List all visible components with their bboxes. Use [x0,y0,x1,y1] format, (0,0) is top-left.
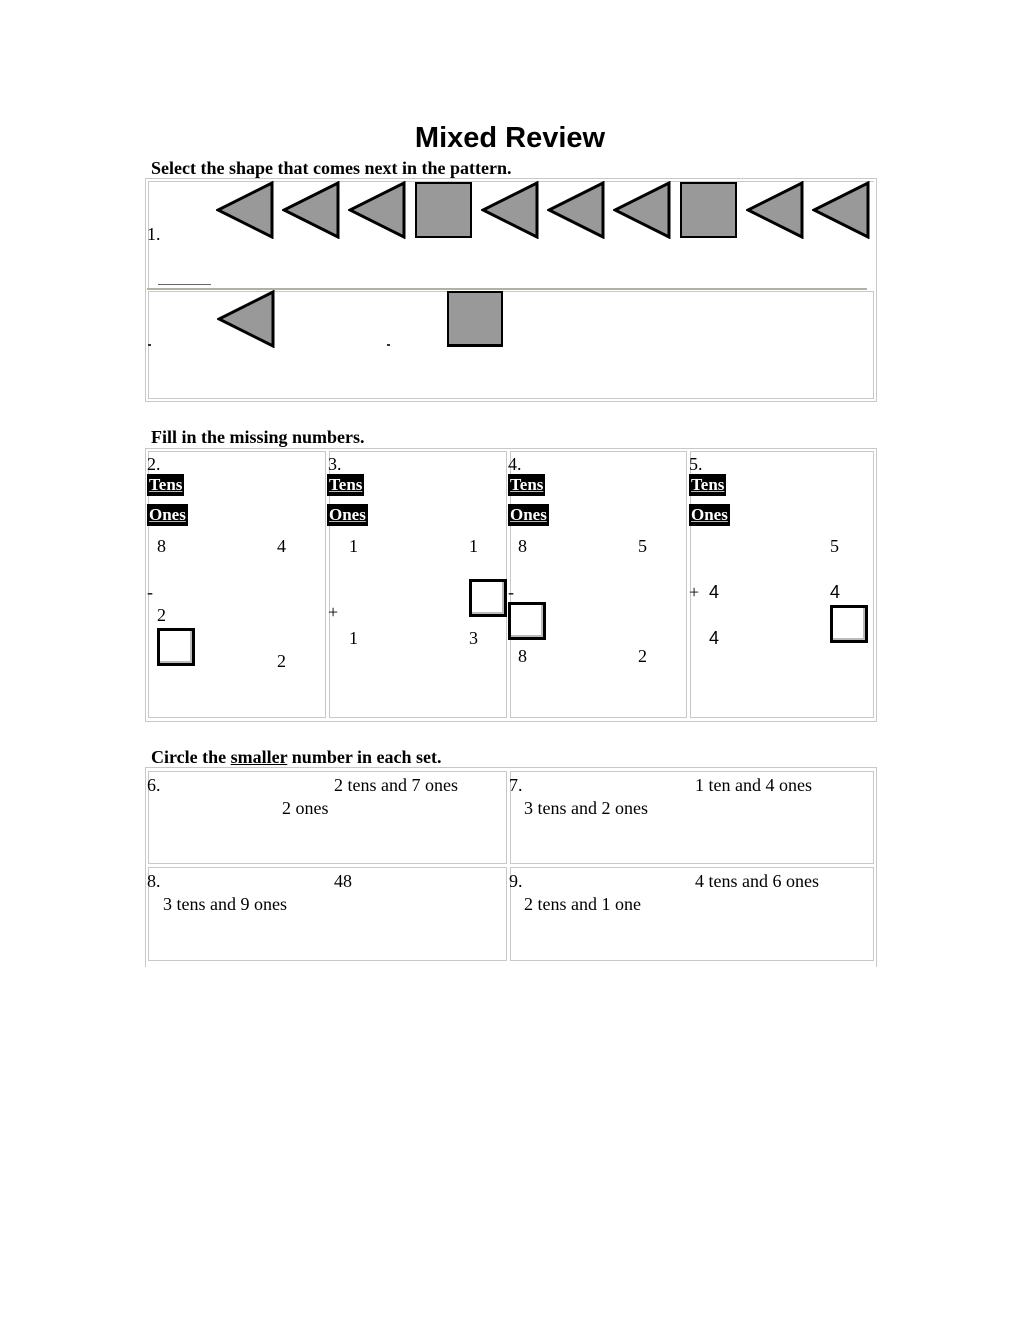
top-tens: 1 [349,536,358,556]
tens-label: Tens [689,474,727,496]
answer-input-box[interactable] [157,628,195,666]
compare-second-value[interactable]: 3 tens and 9 ones [163,894,287,914]
problem-number-9: 9. [509,871,523,891]
top-ones: 1 [469,536,478,556]
operator: + [328,602,339,622]
operator: + [689,582,700,602]
operator: - [508,582,514,602]
triangle-left-icon [282,181,340,239]
top-ones: 5 [638,536,647,556]
ones-label: Ones [508,504,549,526]
triangle-left-icon [216,181,274,239]
choice-radio-1[interactable] [148,344,151,346]
pattern-instruction: Select the shape that comes next in the … [151,158,512,178]
compare-second-value[interactable]: 3 tens and 2 ones [524,798,648,818]
problem-number-8: 8. [147,871,161,891]
top-ones: 4 [277,536,286,556]
ones-label: Ones [327,504,368,526]
problem-number-4: 4. [508,454,522,474]
top-ones: 5 [830,536,839,556]
problem-number-3: 3. [328,454,342,474]
triangle-left-icon [746,181,804,239]
triangle-left-icon [547,181,605,239]
answer-blank[interactable] [158,284,211,285]
problem-number-1: 1. [147,224,161,244]
triangle-left-icon [348,181,406,239]
compare-first-value[interactable]: 48 [334,871,352,891]
top-tens: 8 [157,536,166,556]
compare-cell-9 [510,867,874,961]
instruction-suffix: number in each set. [287,747,442,767]
second-ones: 4 [830,582,841,602]
answer-input-box[interactable] [830,605,868,643]
compare-first-value[interactable]: 1 ten and 4 ones [695,775,812,795]
page-title: Mixed Review [414,122,606,154]
ones-label: Ones [689,504,730,526]
tens-label: Tens [508,474,546,496]
compare-second-value[interactable]: 2 ones [282,798,329,818]
second-tens: 2 [157,605,166,625]
answer-input-box[interactable] [508,602,546,640]
square-icon [680,182,737,238]
ones-label: Ones [147,504,188,526]
tens-label: Tens [147,474,185,496]
triangle-left-icon [812,181,870,239]
instruction-prefix: Circle the [151,747,231,767]
problem-number-5: 5. [689,454,703,474]
triangle-left-icon [481,181,539,239]
answer-input-box[interactable] [469,579,507,617]
tens-label: Tens [327,474,365,496]
compare-first-value[interactable]: 4 tens and 6 ones [695,871,819,891]
compare-cell-8 [148,867,507,961]
result-tens: 4 [709,628,720,648]
choice-triangle-left-icon[interactable] [217,290,275,348]
result-ones: 2 [277,651,286,671]
compare-first-value[interactable]: 2 tens and 7 ones [334,775,458,795]
compare-instruction: Circle the smaller number in each set. [151,746,441,768]
square-icon [415,182,472,238]
instruction-emphasis: smaller [230,747,288,767]
result-tens: 8 [518,646,527,666]
result-tens: 1 [349,628,358,648]
operator: - [147,582,153,602]
choice-radio-2[interactable] [387,344,390,346]
missing-numbers-instruction: Fill in the missing numbers. [151,427,365,447]
problem-number-2: 2. [147,454,161,474]
compare-second-value[interactable]: 2 tens and 1 one [524,894,641,914]
result-ones: 2 [638,646,647,666]
problem-number-6: 6. [147,775,161,795]
top-tens: 8 [518,536,527,556]
second-tens: 4 [709,582,720,602]
problem-number-7: 7. [509,775,523,795]
triangle-left-icon [613,181,671,239]
result-ones: 3 [469,628,478,648]
choice-square-icon[interactable] [447,291,503,347]
